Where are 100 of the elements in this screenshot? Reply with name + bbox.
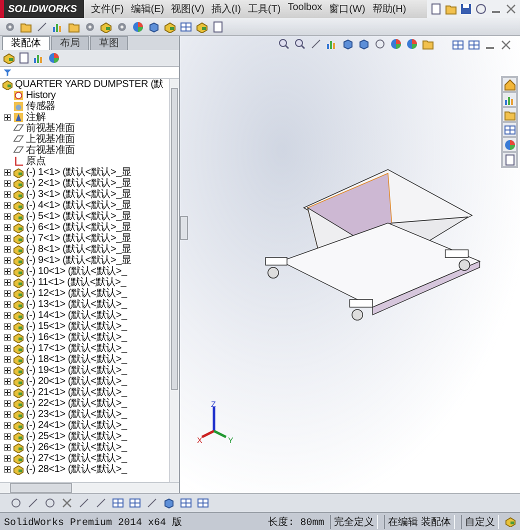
tree-item[interactable]: (-) 6<1> (默认<默认>_显 — [26, 222, 132, 233]
grid-icon[interactable] — [180, 497, 192, 509]
expand-toggle[interactable] — [4, 268, 11, 275]
grid-icon[interactable] — [468, 39, 480, 51]
expand-toggle[interactable] — [4, 191, 11, 198]
tree-item[interactable]: (-) 3<1> (默认<默认>_显 — [26, 189, 132, 200]
tree-item[interactable]: (-) 8<1> (默认<默认>_显 — [26, 244, 132, 255]
expand-toggle[interactable] — [4, 400, 11, 407]
expand-toggle[interactable] — [4, 114, 11, 121]
expand-toggle[interactable] — [4, 290, 11, 297]
chart-icon[interactable] — [326, 38, 338, 50]
grid-icon[interactable] — [504, 124, 516, 136]
line-icon[interactable] — [36, 20, 48, 32]
menu-item[interactable]: 窗口(W) — [327, 2, 368, 16]
scrollbar[interactable] — [0, 482, 179, 493]
tree-item[interactable]: 注解 — [26, 112, 46, 123]
cube-icon[interactable] — [342, 38, 354, 50]
tree-item[interactable]: 前视基准面 — [26, 123, 76, 134]
folder-icon[interactable] — [504, 108, 516, 120]
panel-tab[interactable]: 布局 — [51, 36, 89, 50]
expand-toggle[interactable] — [4, 378, 11, 385]
panel-handle[interactable] — [180, 216, 188, 240]
expand-toggle[interactable] — [4, 323, 11, 330]
tree-item[interactable]: (-) 1<1> (默认<默认>_显 — [26, 167, 132, 178]
menu-item[interactable]: Toolbox — [286, 2, 324, 16]
line-icon[interactable] — [78, 497, 90, 509]
new-document-icon[interactable] — [18, 52, 30, 64]
expand-toggle[interactable] — [4, 235, 11, 242]
expand-toggle[interactable] — [4, 224, 11, 231]
tree-item[interactable]: (-) 11<1> (默认<默认>_ — [26, 277, 126, 288]
tree-item[interactable]: (-) 10<1> (默认<默认>_ — [26, 266, 127, 277]
chart-icon[interactable] — [33, 52, 45, 64]
circle-icon[interactable] — [10, 497, 22, 509]
circle-icon[interactable] — [374, 38, 386, 50]
close-icon[interactable] — [505, 3, 517, 15]
tree-item[interactable]: 上视基准面 — [26, 134, 76, 145]
grid-icon[interactable] — [180, 20, 192, 32]
folder-icon[interactable] — [68, 20, 80, 32]
tree-item[interactable]: (-) 13<1> (默认<默认>_ — [26, 299, 127, 310]
expand-toggle[interactable] — [4, 422, 11, 429]
close-icon[interactable] — [500, 39, 512, 51]
tree-item[interactable]: (-) 26<1> (默认<默认>_ — [26, 442, 127, 453]
expand-toggle[interactable] — [4, 213, 11, 220]
tree-item[interactable]: 右视基准面 — [26, 145, 76, 156]
units-selector[interactable]: 自定义 — [461, 514, 499, 528]
expand-toggle[interactable] — [4, 169, 11, 176]
menu-item[interactable]: 视图(V) — [169, 2, 206, 16]
tree-item[interactable]: (-) 20<1> (默认<默认>_ — [26, 376, 127, 387]
folder-icon[interactable] — [422, 38, 434, 50]
save-icon[interactable] — [460, 3, 472, 15]
part-icon[interactable] — [196, 20, 208, 32]
expand-toggle[interactable] — [4, 257, 11, 264]
tree-item[interactable]: (-) 7<1> (默认<默认>_显 — [26, 233, 132, 244]
tree-item[interactable]: (-) 15<1> (默认<默认>_ — [26, 321, 127, 332]
expand-toggle[interactable] — [4, 367, 11, 374]
tree-item[interactable]: (-) 28<1> (默认<默认>_ — [26, 464, 127, 475]
color-sphere-icon[interactable] — [504, 138, 516, 150]
zoom-icon[interactable] — [294, 38, 306, 50]
line-icon[interactable] — [95, 497, 107, 509]
menu-item[interactable]: 帮助(H) — [370, 2, 408, 16]
color-sphere-icon[interactable] — [390, 38, 402, 50]
tree-item[interactable]: (-) 9<1> (默认<默认>_显 — [26, 255, 132, 266]
tree-item[interactable]: (-) 14<1> (默认<默认>_ — [26, 310, 127, 321]
tree-item[interactable]: (-) 24<1> (默认<默认>_ — [26, 420, 127, 431]
expand-toggle[interactable] — [4, 279, 11, 286]
grid-icon[interactable] — [197, 497, 209, 509]
tree-item[interactable]: (-) 17<1> (默认<默认>_ — [26, 343, 127, 354]
tree-item[interactable]: (-) 22<1> (默认<默认>_ — [26, 398, 127, 409]
grid-icon[interactable] — [129, 497, 141, 509]
tree-item[interactable]: (-) 2<1> (默认<默认>_显 — [26, 178, 132, 189]
expand-toggle[interactable] — [4, 411, 11, 418]
new-document-icon[interactable] — [430, 3, 442, 15]
expand-toggle[interactable] — [4, 180, 11, 187]
tree-item[interactable]: (-) 12<1> (默认<默认>_ — [26, 288, 127, 299]
part-icon[interactable] — [3, 52, 15, 64]
folder-icon[interactable] — [445, 3, 457, 15]
expand-toggle[interactable] — [4, 345, 11, 352]
folder-icon[interactable] — [20, 20, 32, 32]
cube-icon[interactable] — [358, 38, 370, 50]
circle-icon[interactable] — [44, 497, 56, 509]
expand-toggle[interactable] — [4, 301, 11, 308]
tree-item[interactable]: (-) 19<1> (默认<默认>_ — [26, 365, 127, 376]
expand-toggle[interactable] — [4, 455, 11, 462]
new-document-icon[interactable] — [504, 154, 516, 166]
color-sphere-icon[interactable] — [48, 52, 60, 64]
panel-tab[interactable]: 草图 — [90, 36, 128, 50]
close-icon[interactable] — [61, 497, 73, 509]
expand-toggle[interactable] — [4, 334, 11, 341]
expand-toggle[interactable] — [4, 466, 11, 473]
zoom-icon[interactable] — [278, 38, 290, 50]
cube-icon[interactable] — [148, 20, 160, 32]
expand-toggle[interactable] — [4, 389, 11, 396]
panel-tab[interactable]: 装配体 — [2, 36, 50, 50]
tree-item[interactable]: 传感器 — [26, 101, 56, 112]
expand-toggle[interactable] — [4, 433, 11, 440]
expand-toggle[interactable] — [4, 312, 11, 319]
tree-item[interactable]: (-) 25<1> (默认<默认>_ — [26, 431, 127, 442]
line-icon[interactable] — [146, 497, 158, 509]
expand-toggle[interactable] — [4, 356, 11, 363]
tree-item[interactable]: (-) 5<1> (默认<默认>_显 — [26, 211, 132, 222]
